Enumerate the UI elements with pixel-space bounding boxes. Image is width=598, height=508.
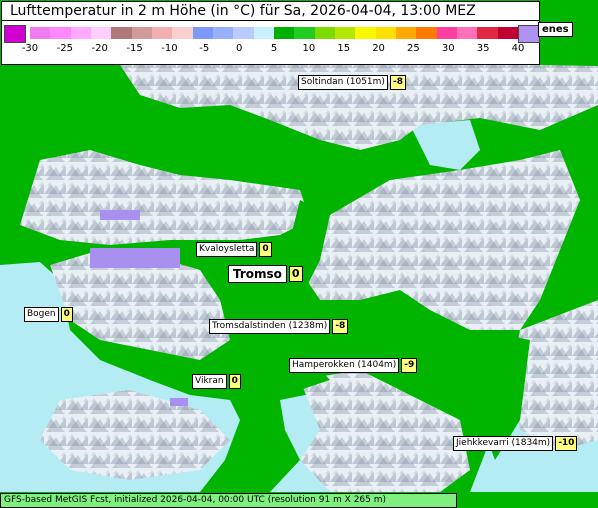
place-name: Tromso [228, 265, 287, 283]
scale-end-high [518, 25, 540, 43]
place-temp-value: 0 [228, 374, 241, 389]
place-temp-value: -8 [389, 75, 406, 90]
place-name: Soltindan (1051m) [298, 75, 388, 90]
scale-color-segment [90, 27, 112, 39]
place-temp-value: -8 [332, 319, 349, 334]
scale-tick-label: 0 [235, 43, 243, 54]
scale-tick-label: 5 [270, 43, 278, 54]
scale-tick-label: -20 [91, 43, 108, 54]
scale-tick-label: -5 [199, 43, 210, 54]
scale-tick-label: 20 [372, 43, 385, 54]
scale-color-segment [314, 27, 335, 39]
scale-color-segment [192, 27, 213, 39]
partial-place-label: enes [538, 22, 573, 37]
place-temp-value: -10 [555, 436, 578, 451]
place-name: Jiehkkevarri (1834m) [453, 436, 554, 451]
scale-color-segment [50, 27, 71, 39]
place-name: Hamperokken (1404m) [289, 358, 400, 373]
place-label-kvaloysletta[interactable]: Kvaloysletta 0 [196, 242, 272, 257]
scale-tick-label: 25 [407, 43, 420, 54]
scale-tick-label: -15 [126, 43, 143, 54]
scale-tick-label: -25 [56, 43, 74, 54]
place-label-jiehkkevarri[interactable]: Jiehkkevarri (1834m) -10 [453, 436, 578, 451]
scale-color-segment [395, 27, 417, 39]
scale-color-segment [273, 27, 295, 39]
scale-tick-label: 40 [511, 43, 525, 54]
place-label-bogen[interactable]: Bogen 0 [24, 307, 73, 322]
scale-color-segment [131, 27, 152, 39]
place-name: Tromsdalstinden (1238m) [209, 319, 331, 334]
scale-color-segment [233, 27, 254, 39]
scale-color-segment [375, 27, 396, 39]
scale-color-bar [30, 27, 518, 39]
scale-color-segment [436, 27, 457, 39]
scale-color-segment [294, 27, 315, 39]
place-temp-value: 0 [288, 266, 303, 282]
place-label-tromso[interactable]: Tromso 0 [228, 265, 303, 283]
scale-color-segment [334, 27, 356, 39]
forecast-footer: GFS-based MetGIS Fcst, initialized 2026-… [0, 493, 457, 508]
place-label-soltindan[interactable]: Soltindan (1051m) -8 [298, 75, 406, 90]
scale-color-segment [70, 27, 91, 39]
scale-tick-label: -10 [161, 43, 178, 54]
place-name: Kvaloysletta [196, 242, 258, 257]
temperature-scale: -30 -25 -20 -15 -10 -5 0 5 10 15 20 25 30 35 40 [1, 21, 540, 65]
place-temp-value: -9 [401, 358, 418, 373]
scale-color-segment [253, 27, 274, 39]
scale-tick-label: 15 [337, 43, 351, 54]
scale-color-segment [456, 27, 478, 39]
place-label-tromsdalstinden[interactable]: Tromsdalstinden (1238m) -8 [209, 319, 349, 334]
scale-color-segment [355, 27, 376, 39]
scale-tick-label: -30 [21, 43, 39, 54]
place-label-vikran[interactable]: Vikran 0 [192, 374, 241, 389]
scale-tick-label: 35 [476, 43, 490, 54]
place-name: Vikran [192, 374, 227, 389]
place-label-hamperokken[interactable]: Hamperokken (1404m) -9 [289, 358, 418, 373]
place-name: Bogen [24, 307, 59, 322]
place-temp-value: 0 [60, 307, 73, 322]
scale-color-segment [172, 27, 193, 39]
scale-color-segment [30, 27, 51, 39]
scale-color-segment [477, 27, 498, 39]
scale-color-segment [497, 27, 518, 39]
map-title: Lufttemperatur in 2 m Höhe (in °C) für S… [1, 1, 540, 21]
scale-color-segment [416, 27, 437, 39]
scale-ticks: -30 -25 -20 -15 -10 -5 0 5 10 15 20 25 30 35 40 [2, 43, 541, 59]
scale-color-segment [151, 27, 173, 39]
scale-color-segment [111, 27, 132, 39]
scale-tick-label: 30 [441, 43, 455, 54]
scale-color-segment [212, 27, 234, 39]
scale-tick-label: 10 [302, 43, 316, 54]
scale-end-low [4, 25, 26, 43]
place-temp-value: 0 [259, 242, 272, 257]
